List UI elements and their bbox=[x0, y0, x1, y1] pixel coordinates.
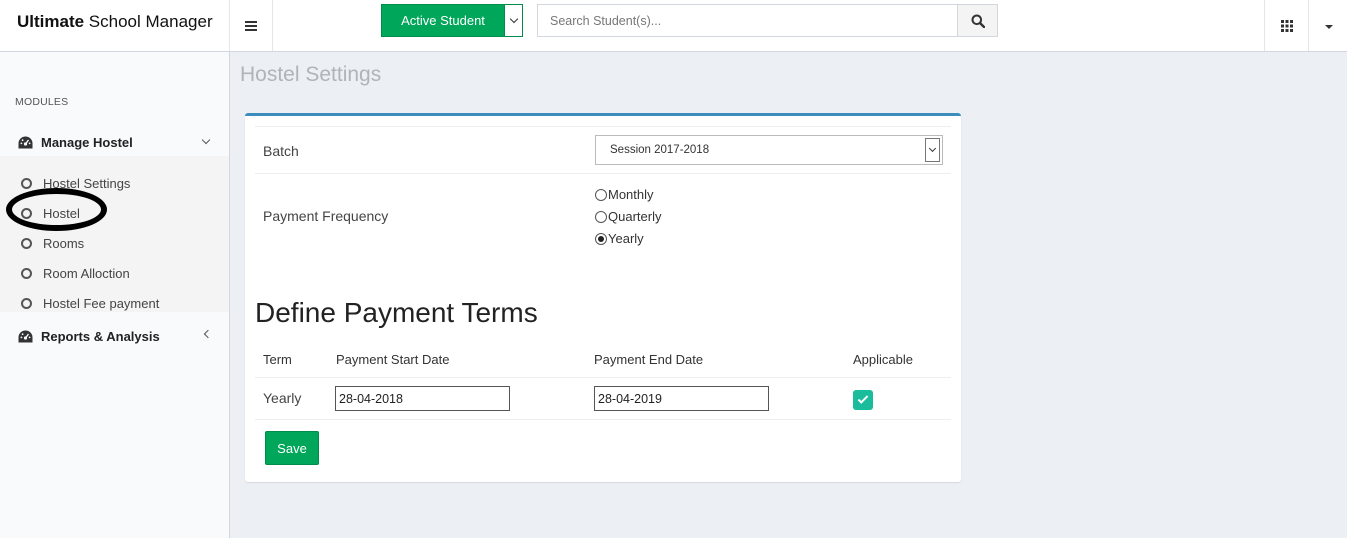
circle-icon bbox=[21, 177, 32, 189]
top-navbar: Ultimate School Manager Active Student bbox=[0, 0, 1347, 52]
brand-bold: Ultimate bbox=[17, 12, 85, 31]
radio-button[interactable] bbox=[595, 188, 607, 201]
chevron-left-icon bbox=[203, 329, 213, 339]
sidebar-item-hostel-fee-payment[interactable]: Hostel Fee payment bbox=[0, 288, 229, 318]
sidebar-group-label: Reports & Analysis bbox=[41, 328, 160, 344]
user-menu-dropdown[interactable] bbox=[1310, 0, 1347, 51]
sidebar-item-hostel[interactable]: Hostel bbox=[0, 198, 229, 228]
active-student-dropdown-toggle[interactable] bbox=[505, 4, 523, 37]
sidebar-item-room-allocation[interactable]: Room Alloction bbox=[0, 258, 229, 288]
payment-start-date-input[interactable] bbox=[335, 386, 510, 411]
chevron-down-icon bbox=[925, 138, 940, 162]
sidebar-item-label: Hostel bbox=[43, 205, 80, 221]
circle-icon bbox=[21, 267, 32, 279]
hostel-settings-panel: Batch Session 2017-2018 Payment Frequenc… bbox=[245, 113, 961, 482]
applicable-checkbox[interactable] bbox=[853, 390, 873, 410]
term-cell: Yearly bbox=[263, 390, 302, 406]
sidebar-group-reports-analysis[interactable]: Reports & Analysis bbox=[0, 317, 229, 355]
dashboard-icon bbox=[18, 330, 33, 342]
sidebar-item-label: Hostel Settings bbox=[43, 175, 131, 191]
divider bbox=[255, 377, 951, 378]
save-button[interactable]: Save bbox=[265, 431, 319, 465]
batch-select[interactable]: Session 2017-2018 bbox=[595, 135, 943, 165]
sidebar-item-hostel-settings[interactable]: Hostel Settings bbox=[0, 168, 229, 198]
search-icon bbox=[971, 14, 985, 28]
grid-icon bbox=[1280, 19, 1293, 32]
chevron-down-icon bbox=[509, 14, 518, 24]
apps-grid-button[interactable] bbox=[1264, 0, 1309, 51]
brand-rest: School Manager bbox=[84, 12, 213, 31]
radio-monthly[interactable]: Monthly bbox=[595, 187, 654, 202]
hamburger-icon bbox=[245, 20, 257, 31]
payment-frequency-label: Payment Frequency bbox=[263, 208, 389, 224]
app-brand[interactable]: Ultimate School Manager bbox=[0, 0, 230, 51]
circle-icon bbox=[21, 237, 32, 249]
column-header-term: Term bbox=[263, 352, 292, 367]
sidebar-item-label: Rooms bbox=[43, 235, 85, 251]
sidebar-item-label: Hostel Fee payment bbox=[43, 295, 160, 311]
search-button[interactable] bbox=[958, 4, 998, 37]
radio-label: Yearly bbox=[608, 231, 644, 246]
radio-yearly[interactable]: Yearly bbox=[595, 231, 644, 246]
page-title: Hostel Settings bbox=[240, 63, 382, 86]
divider bbox=[255, 173, 951, 174]
divider bbox=[255, 126, 951, 127]
section-title: Define Payment Terms bbox=[255, 297, 538, 328]
radio-button[interactable] bbox=[595, 210, 607, 223]
radio-button-selected[interactable] bbox=[595, 232, 607, 245]
caret-down-icon bbox=[1324, 25, 1333, 29]
column-header-end-date: Payment End Date bbox=[594, 352, 704, 367]
circle-icon bbox=[21, 297, 32, 309]
column-header-start-date: Payment Start Date bbox=[336, 352, 450, 367]
hostel-submenu: Hostel Settings Hostel Rooms Room Alloct… bbox=[0, 156, 229, 312]
radio-label: Quarterly bbox=[608, 209, 662, 224]
divider bbox=[255, 419, 951, 420]
search-input[interactable] bbox=[537, 4, 958, 37]
student-search bbox=[537, 4, 998, 37]
dashboard-icon bbox=[18, 136, 33, 148]
batch-label: Batch bbox=[263, 143, 299, 159]
active-student-button[interactable]: Active Student bbox=[381, 4, 505, 37]
active-student-split-button: Active Student bbox=[381, 4, 523, 37]
payment-end-date-input[interactable] bbox=[594, 386, 769, 411]
sidebar-section-header: MODULES bbox=[15, 96, 69, 108]
sidebar-group-label: Manage Hostel bbox=[41, 134, 133, 150]
sidebar: MODULES Manage Hostel Hostel Settings Ho… bbox=[0, 52, 230, 538]
column-header-applicable: Applicable bbox=[853, 352, 913, 367]
radio-quarterly[interactable]: Quarterly bbox=[595, 209, 661, 224]
radio-label: Monthly bbox=[608, 187, 654, 202]
circle-icon bbox=[21, 207, 32, 219]
sidebar-item-label: Room Alloction bbox=[43, 265, 130, 281]
batch-select-value: Session 2017-2018 bbox=[610, 144, 710, 156]
checkmark-icon bbox=[857, 393, 869, 404]
chevron-down-icon bbox=[201, 135, 211, 145]
sidebar-toggle-button[interactable] bbox=[230, 0, 273, 51]
sidebar-item-rooms[interactable]: Rooms bbox=[0, 228, 229, 258]
